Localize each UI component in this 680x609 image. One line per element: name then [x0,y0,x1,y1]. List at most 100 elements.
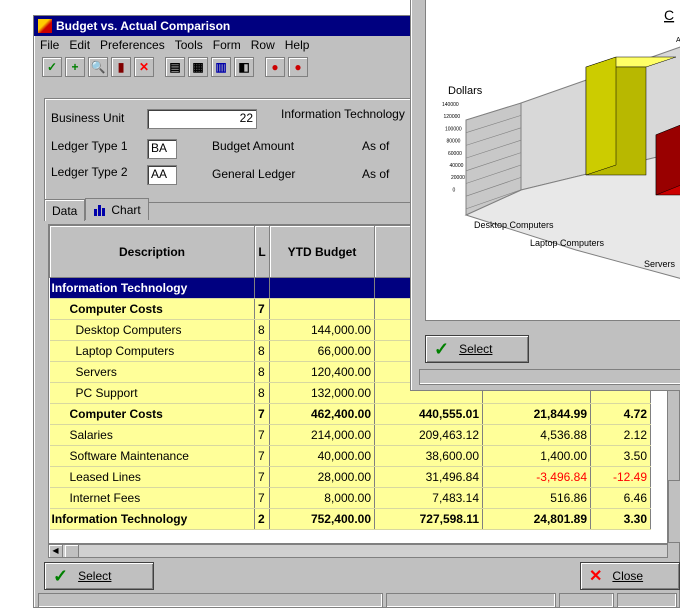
tab-data[interactable]: Data [44,199,86,221]
cell-description[interactable]: Computer Costs [49,298,255,320]
chart-status-bar [419,369,680,385]
chart-tick-label: 60000 [448,151,462,157]
cell-description[interactable]: Internet Fees [49,487,255,509]
cell-variance[interactable]: 516.86 [482,487,591,509]
cell-budget[interactable]: 144,000.00 [269,319,375,341]
chart-tick-label: 20000 [451,175,465,181]
ledger2-desc: General Ledger [212,167,296,181]
close-button[interactable]: ✕ Close [580,562,680,590]
cell-actual[interactable]: 31,496.84 [374,466,483,488]
ledger1-field[interactable]: BA [147,139,177,159]
cell-budget[interactable]: 28,000.00 [269,466,375,488]
col-ytd-budget[interactable]: YTD Budget [269,225,375,278]
cell-l[interactable]: 2 [254,508,270,530]
cell-percent[interactable]: 3.30 [590,508,651,530]
cell-budget[interactable]: 120,400.00 [269,361,375,383]
table-row[interactable]: Salaries 7 214,000.00 209,463.12 4,536.88 2.1… [49,424,651,446]
menu-tools[interactable]: Tools [175,38,203,52]
chart-select-button[interactable]: ✓ Select [425,335,529,363]
cell-percent[interactable]: -12.49 [590,466,651,488]
cell-budget[interactable] [269,277,375,299]
cell-l[interactable]: 7 [254,403,270,425]
notes-button[interactable]: ▤ [165,57,185,77]
add-button[interactable]: + [65,57,85,77]
menu-row[interactable]: Row [251,38,275,52]
cell-description[interactable]: Information Technology [49,277,255,299]
cell-l[interactable]: 8 [254,319,270,341]
cell-description[interactable]: Computer Costs [49,403,255,425]
cancel-icon: ✕ [138,60,150,74]
cell-description[interactable]: Software Maintenance [49,445,255,467]
cell-l[interactable]: 7 [254,466,270,488]
ledger2-field[interactable]: AA [147,165,177,185]
ok-button[interactable]: ✓ [42,57,62,77]
business-unit-field[interactable]: 22 [147,109,257,129]
find-button[interactable]: 🔍 [88,57,108,77]
cell-actual[interactable]: 209,463.12 [374,424,483,446]
cell-description[interactable]: Laptop Computers [49,340,255,362]
select-button[interactable]: ✓ Select [44,562,154,590]
cell-l[interactable]: 8 [254,382,270,404]
cell-percent[interactable]: 2.12 [590,424,651,446]
table-row[interactable]: Leased Lines 7 28,000.00 31,496.84 -3,496.84… [49,466,651,488]
cell-actual[interactable]: 727,598.11 [374,508,483,530]
user-add-button[interactable]: ● [265,57,285,77]
vertical-scrollbar[interactable] [668,480,680,543]
cell-actual[interactable]: 7,483.14 [374,487,483,509]
cell-description[interactable]: Servers [49,361,255,383]
col-description[interactable]: Description [49,225,255,278]
cell-l[interactable]: 7 [254,487,270,509]
cell-budget[interactable]: 40,000.00 [269,445,375,467]
cell-budget[interactable]: 132,000.00 [269,382,375,404]
cell-variance[interactable]: -3,496.84 [482,466,591,488]
cell-l[interactable]: 8 [254,361,270,383]
chart3d-button[interactable]: ◧ [234,57,254,77]
cell-percent[interactable]: 6.46 [590,487,651,509]
cell-description[interactable]: PC Support [49,382,255,404]
cell-budget[interactable] [269,298,375,320]
menu-file[interactable]: File [40,38,59,52]
cell-budget[interactable]: 462,400.00 [269,403,375,425]
col-l[interactable]: L [254,225,270,278]
table-row[interactable]: Information Technology 2 752,400.00 727,598… [49,508,651,530]
cell-percent[interactable]: 3.50 [590,445,651,467]
cell-l[interactable]: 7 [254,445,270,467]
cell-description[interactable]: Desktop Computers [49,319,255,341]
cell-l[interactable]: 7 [254,298,270,320]
table-row[interactable]: Computer Costs 7 462,400.00 440,555.01 21,84… [49,403,651,425]
cell-actual[interactable]: 440,555.01 [374,403,483,425]
scroll-left-icon[interactable]: ◀ [49,545,63,557]
cell-l[interactable]: 8 [254,340,270,362]
cell-percent[interactable]: 4.72 [590,403,651,425]
cell-description[interactable]: Leased Lines [49,466,255,488]
add-icon: + [71,60,79,74]
menu-form[interactable]: Form [213,38,241,52]
cancel-button[interactable]: ✕ [134,57,154,77]
menu-help[interactable]: Help [285,38,310,52]
cell-variance[interactable]: 24,801.89 [482,508,591,530]
user-remove-button[interactable]: ● [288,57,308,77]
delete-button[interactable]: ▮ [111,57,131,77]
cell-budget[interactable]: 8,000.00 [269,487,375,509]
cell-variance[interactable]: 1,400.00 [482,445,591,467]
chart-button[interactable]: ▥ [211,57,231,77]
menu-edit[interactable]: Edit [69,38,90,52]
table-row[interactable]: Software Maintenance 7 40,000.00 38,600.00 1… [49,445,651,467]
tab-chart[interactable]: Chart [85,198,149,220]
menu-preferences[interactable]: Preferences [100,38,165,52]
cell-actual[interactable]: 38,600.00 [374,445,483,467]
cell-budget[interactable]: 66,000.00 [269,340,375,362]
cell-variance[interactable]: 4,536.88 [482,424,591,446]
cell-budget[interactable]: 214,000.00 [269,424,375,446]
cell-l[interactable]: 7 [254,424,270,446]
horizontal-scrollbar[interactable]: ◀ [48,544,668,558]
scroll-thumb[interactable] [65,545,79,557]
cell-variance[interactable]: 21,844.99 [482,403,591,425]
cell-budget[interactable]: 752,400.00 [269,508,375,530]
table-row[interactable]: Internet Fees 7 8,000.00 7,483.14 516.86 6.46 [49,487,651,509]
budget-chart: Dollars C Ac 140000 120000 100000 80000 60000 40… [442,7,680,279]
cell-description[interactable]: Salaries [49,424,255,446]
cell-description[interactable]: Information Technology [49,508,255,530]
print-button[interactable]: ▦ [188,57,208,77]
cell-l[interactable] [254,277,270,299]
